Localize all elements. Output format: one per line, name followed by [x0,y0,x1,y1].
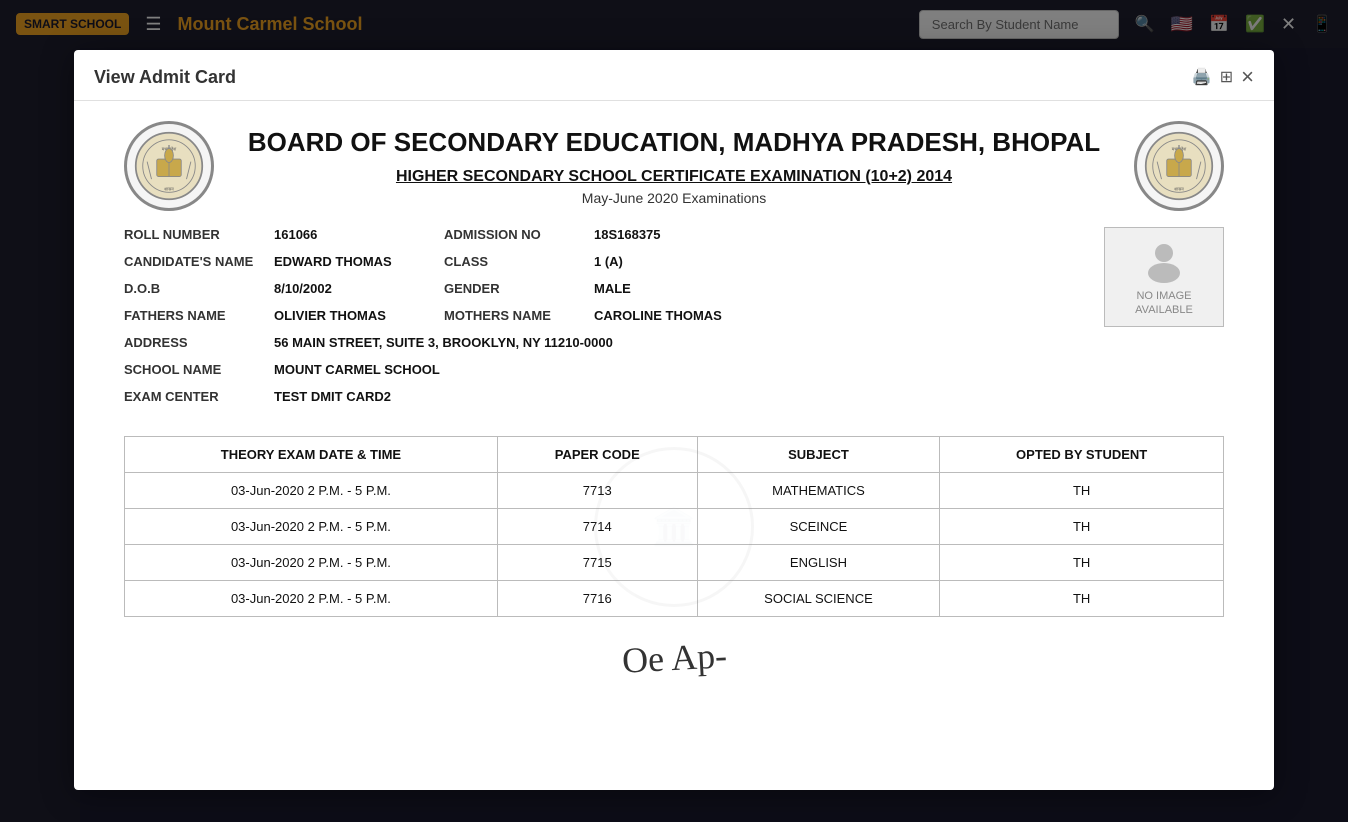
col-header-code: PAPER CODE [497,437,697,473]
fathers-name-label: FATHERS NAME [124,308,274,323]
mothers-name-value: CAROLINE THOMAS [594,308,722,323]
cell-date-3: 03-Jun-2020 2 P.M. - 5 P.M. [125,581,498,617]
admission-no-label: ADMISSION NO [444,227,594,242]
exam-title: HIGHER SECONDARY SCHOOL CERTIFICATE EXAM… [234,168,1114,186]
left-emblem-svg: मध्यप्रदेश शासन [134,131,204,201]
student-photo: NO IMAGEAVAILABLE [1104,227,1224,327]
roll-number-label: ROLL NUMBER [124,227,274,242]
exam-center-row: EXAM CENTER TEST DMIT CARD2 [124,389,1084,404]
mothers-name-label: MOTHERS NAME [444,308,594,323]
admission-no-pair: ADMISSION NO 18S168375 [444,227,724,242]
cell-subject-3: SOCIAL SCIENCE [697,581,940,617]
candidate-name-pair: CANDIDATE'S NAME EDWARD THOMAS [124,254,404,269]
exam-center-value: TEST DMIT CARD2 [274,389,391,404]
cell-code-0: 7713 [497,473,697,509]
candidate-name-value: EDWARD THOMAS [274,254,392,269]
col-header-date: THEORY EXAM DATE & TIME [125,437,498,473]
dob-label: D.O.B [124,281,274,296]
card-header: मध्यप्रदेश शासन [124,121,1224,211]
cell-code-3: 7716 [497,581,697,617]
col-header-opted: OPTED BY STUDENT [940,437,1224,473]
header-text: BOARD OF SECONDARY EDUCATION, MADHYA PRA… [214,126,1134,206]
admit-card: मध्यप्रदेश शासन [124,121,1224,679]
dob-pair: D.O.B 8/10/2002 [124,281,404,296]
cell-opted-0: TH [940,473,1224,509]
left-emblem: मध्यप्रदेश शासन [124,121,214,211]
admission-no-value: 18S168375 [594,227,661,242]
print-button[interactable]: 🖨️ [1192,67,1212,87]
dob-value: 8/10/2002 [274,281,332,296]
cell-opted-2: TH [940,545,1224,581]
address-row: ADDRESS 56 MAIN STREET, SUITE 3, BROOKLY… [124,335,1084,350]
info-row-2: CANDIDATE'S NAME EDWARD THOMAS CLASS 1 (… [124,254,1084,269]
info-row-4: FATHERS NAME OLIVIER THOMAS MOTHERS NAME… [124,308,1084,323]
address-value: 56 MAIN STREET, SUITE 3, BROOKLYN, NY 11… [274,335,613,350]
class-label: CLASS [444,254,594,269]
modal-body: मध्यप्रदेश शासन [74,101,1274,699]
modal-overlay: View Admit Card 🖨️ ⊞ × मध्यप्रदे [0,0,1348,822]
right-emblem-svg: मध्यप्रदेश शासन [1144,131,1214,201]
exam-session: May-June 2020 Examinations [234,190,1114,206]
table-row: 03-Jun-2020 2 P.M. - 5 P.M. 7714 SCEINCE… [125,509,1224,545]
cell-opted-1: TH [940,509,1224,545]
student-fields: ROLL NUMBER 161066 ADMISSION NO 18S16837… [124,227,1084,416]
no-image-icon [1140,237,1188,285]
cell-date-0: 03-Jun-2020 2 P.M. - 5 P.M. [125,473,498,509]
cell-subject-1: SCEINCE [697,509,940,545]
signature: Oe Ap- [620,634,727,681]
gender-value: MALE [594,281,631,296]
info-row-3: D.O.B 8/10/2002 GENDER MALE [124,281,1084,296]
modal-actions: 🖨️ ⊞ × [1192,66,1254,88]
signature-section: Oe Ap- [124,637,1224,679]
gender-pair: GENDER MALE [444,281,724,296]
class-pair: CLASS 1 (A) [444,254,724,269]
info-row-1: ROLL NUMBER 161066 ADMISSION NO 18S16837… [124,227,1084,242]
fathers-name-value: OLIVIER THOMAS [274,308,386,323]
cell-date-1: 03-Jun-2020 2 P.M. - 5 P.M. [125,509,498,545]
table-row: 03-Jun-2020 2 P.M. - 5 P.M. 7713 MATHEMA… [125,473,1224,509]
modal-title: View Admit Card [94,67,236,88]
exam-table-container: 🏛️ THEORY EXAM DATE & TIME PAPER CODE SU… [124,436,1224,617]
exam-center-label: EXAM CENTER [124,389,274,404]
school-name-label: SCHOOL NAME [124,362,274,377]
board-title: BOARD OF SECONDARY EDUCATION, MADHYA PRA… [234,126,1114,160]
table-header-row: THEORY EXAM DATE & TIME PAPER CODE SUBJE… [125,437,1224,473]
svg-text:शासन: शासन [164,187,174,192]
student-section: ROLL NUMBER 161066 ADMISSION NO 18S16837… [124,227,1224,416]
right-emblem: मध्यप्रदेश शासन [1134,121,1224,211]
admit-card-modal: View Admit Card 🖨️ ⊞ × मध्यप्रदे [74,50,1274,790]
cell-opted-3: TH [940,581,1224,617]
class-value: 1 (A) [594,254,623,269]
expand-button[interactable]: ⊞ [1220,67,1233,87]
candidate-name-label: CANDIDATE'S NAME [124,254,274,269]
gender-label: GENDER [444,281,594,296]
cell-subject-2: ENGLISH [697,545,940,581]
modal-header: View Admit Card 🖨️ ⊞ × [74,50,1274,101]
cell-subject-0: MATHEMATICS [697,473,940,509]
cell-code-2: 7715 [497,545,697,581]
cell-date-2: 03-Jun-2020 2 P.M. - 5 P.M. [125,545,498,581]
fathers-name-pair: FATHERS NAME OLIVIER THOMAS [124,308,404,323]
mothers-name-pair: MOTHERS NAME CAROLINE THOMAS [444,308,724,323]
table-row: 03-Jun-2020 2 P.M. - 5 P.M. 7715 ENGLISH… [125,545,1224,581]
school-row: SCHOOL NAME MOUNT CARMEL SCHOOL [124,362,1084,377]
close-button[interactable]: × [1241,66,1254,88]
roll-number-pair: ROLL NUMBER 161066 [124,227,404,242]
address-label: ADDRESS [124,335,274,350]
no-image-text: NO IMAGEAVAILABLE [1135,289,1193,318]
cell-code-1: 7714 [497,509,697,545]
roll-number-value: 161066 [274,227,317,242]
exam-table: THEORY EXAM DATE & TIME PAPER CODE SUBJE… [124,436,1224,617]
table-row: 03-Jun-2020 2 P.M. - 5 P.M. 7716 SOCIAL … [125,581,1224,617]
svg-text:शासन: शासन [1174,187,1184,192]
school-name-value: MOUNT CARMEL SCHOOL [274,362,440,377]
col-header-subject: SUBJECT [697,437,940,473]
